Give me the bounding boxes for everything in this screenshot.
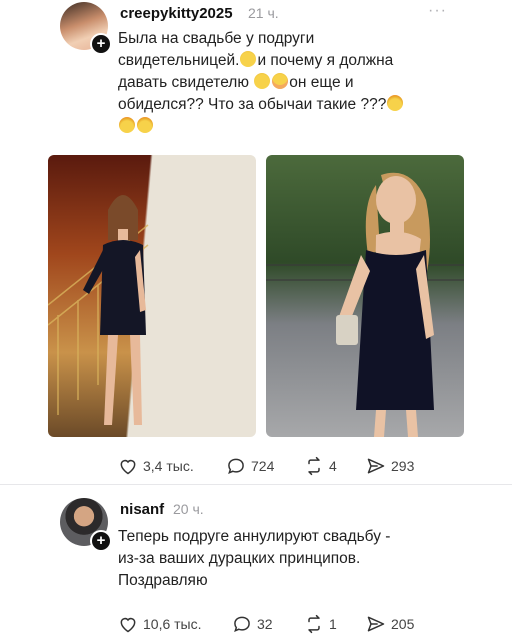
post-line: из-за ваших дурацких принципов. [118, 550, 361, 567]
eye-roll-emoji-icon [254, 73, 271, 89]
post-2: + nisanf 20 ч. Теперь подруге аннулируют… [0, 494, 512, 640]
comment-count: 724 [251, 458, 275, 474]
woman-figure-icon [48, 195, 149, 425]
post-line: свидетельницей. и почему я должна [118, 51, 394, 69]
timestamp: 21 ч. [248, 5, 279, 21]
comment-count: 32 [257, 616, 273, 632]
share-icon [367, 458, 385, 474]
comment-icon [228, 458, 244, 474]
post-photo-staircase[interactable] [48, 155, 256, 437]
like-button[interactable]: 3,4 тыс. [118, 456, 194, 476]
share-count: 205 [391, 616, 415, 632]
comment-button[interactable]: 724 [226, 456, 274, 476]
comment-icon [234, 616, 250, 632]
repost-button[interactable]: 4 [304, 456, 337, 476]
plus-icon[interactable]: + [90, 530, 112, 552]
share-count: 293 [391, 458, 415, 474]
like-count: 10,6 тыс. [143, 616, 202, 632]
post-line [118, 116, 498, 138]
repost-count: 4 [329, 458, 337, 474]
post-line: обиделся?? Что за обычаи такие ??? [118, 94, 498, 116]
post-line: Теперь подруге аннулируют свадьбу - [118, 528, 391, 545]
like-button[interactable]: 10,6 тыс. [118, 614, 202, 634]
exploding-head-emoji-icon [137, 117, 153, 133]
plus-icon[interactable]: + [90, 33, 112, 55]
post-line: Была на свадьбе у подруги [118, 30, 315, 47]
share-button[interactable]: 205 [366, 614, 414, 634]
post-text: Теперь подруге аннулируют свадьбу - из-з… [118, 526, 498, 592]
like-count: 3,4 тыс. [143, 458, 194, 474]
post-line: Поздравляю [118, 572, 208, 589]
repost-icon [308, 614, 320, 634]
woman-figure-icon [266, 172, 464, 437]
share-icon [367, 616, 385, 632]
exploding-head-emoji-icon [387, 95, 404, 111]
post-photo-terrace[interactable] [266, 155, 464, 437]
post-divider [0, 484, 512, 485]
comment-button[interactable]: 32 [232, 614, 273, 634]
exploding-head-emoji-icon [119, 117, 135, 133]
repost-count: 1 [329, 616, 337, 632]
eye-roll-emoji-icon [240, 51, 257, 67]
repost-button[interactable]: 1 [304, 614, 337, 634]
share-button[interactable]: 293 [366, 456, 414, 476]
post-line: давать свидетелю он еще и [118, 73, 354, 91]
timestamp: 20 ч. [173, 501, 204, 517]
post-text: Была на свадьбе у подруги свидетельницей… [118, 28, 498, 138]
flushed-emoji-icon [272, 73, 289, 89]
post-1: + creepykitty2025 21 ч. ··· Была на свад… [0, 0, 512, 476]
heart-icon [120, 459, 136, 475]
heart-icon [120, 617, 136, 633]
username[interactable]: creepykitty2025 [120, 5, 233, 22]
repost-icon [308, 456, 320, 476]
username[interactable]: nisanf [120, 501, 164, 518]
more-options-icon[interactable]: ··· [428, 2, 447, 20]
